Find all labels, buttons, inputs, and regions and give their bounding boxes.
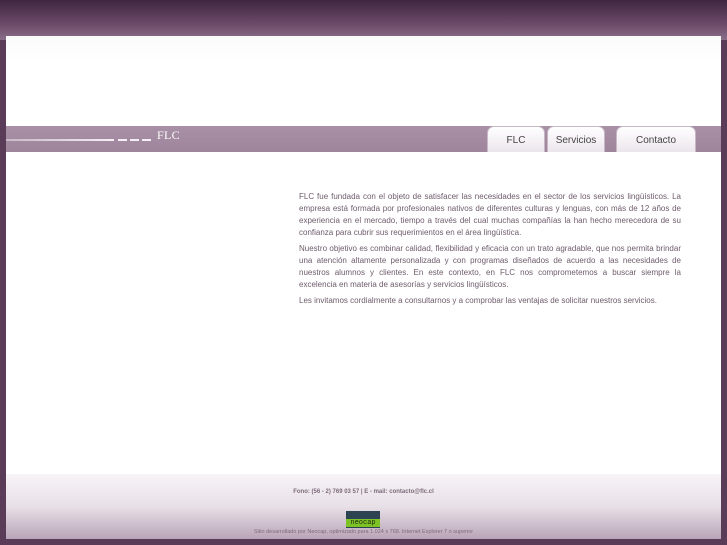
paragraph-objective: Nuestro objetivo es combinar calidad, fl… xyxy=(299,244,681,289)
footer: Fono: (56 - 2) 769 03 57 | E - mail: con… xyxy=(6,474,721,539)
contact-info: Fono: (56 - 2) 769 03 57 | E - mail: con… xyxy=(293,489,434,495)
paragraph-invitation: Les invitamos cordialmente a consultarno… xyxy=(299,296,657,305)
tab-contacto[interactable]: Contacto xyxy=(616,126,696,152)
top-background-band xyxy=(0,0,727,40)
logo-line xyxy=(6,139,114,141)
brand-name[interactable]: FLC xyxy=(157,128,180,143)
logo-decoration xyxy=(6,136,156,144)
main-content: FLC fue fundada con el objeto de satisfa… xyxy=(299,191,681,311)
credit-text: Sitio desarrollado por Neocap, optimizad… xyxy=(253,529,474,535)
neocap-logo-text: neocap xyxy=(346,519,380,527)
paragraph-intro: FLC fue fundada con el objeto de satisfa… xyxy=(299,192,681,237)
neocap-logo[interactable]: neocap xyxy=(346,511,380,528)
tab-servicios[interactable]: Servicios xyxy=(547,126,605,152)
logo-dash xyxy=(130,139,139,141)
logo-dash xyxy=(118,139,127,141)
page-frame: FLC FLC Servicios Contacto FLC fue funda… xyxy=(6,36,721,539)
tab-flc[interactable]: FLC xyxy=(487,126,545,152)
navigation-bar: FLC FLC Servicios Contacto xyxy=(6,126,721,152)
logo-dash xyxy=(142,139,151,141)
header-banner xyxy=(6,36,721,126)
